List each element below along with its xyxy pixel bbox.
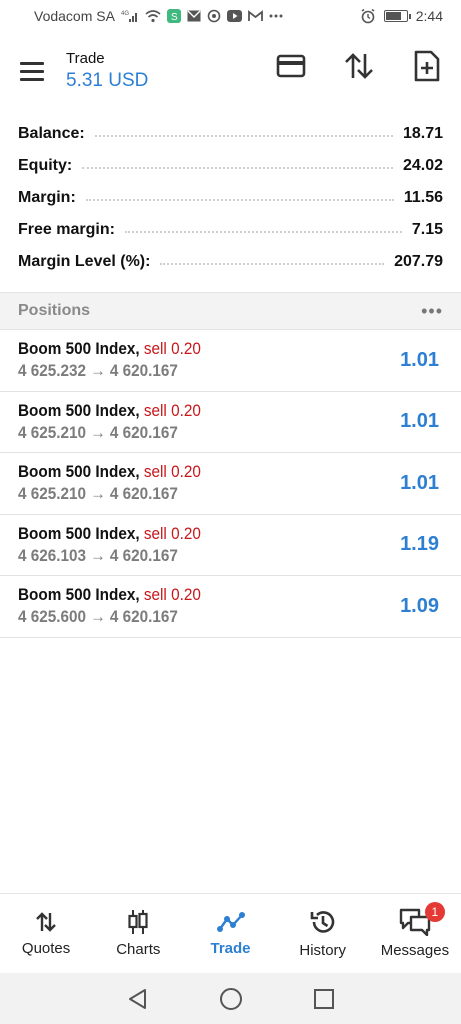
- positions-list: Boom 500 Index, sell 0.20 4 625.232 → 4 …: [0, 330, 461, 638]
- position-profit: 1.01: [400, 471, 439, 494]
- more-options-icon[interactable]: •••: [421, 301, 443, 322]
- position-symbol: Boom 500 Index,: [18, 400, 140, 420]
- position-symbol: Boom 500 Index,: [18, 339, 140, 359]
- dotted-leader: [82, 167, 393, 169]
- position-row[interactable]: Boom 500 Index, sell 0.20 4 625.600 → 4 …: [0, 576, 461, 638]
- nav-label: Charts: [116, 941, 161, 958]
- charts-icon: [128, 910, 148, 934]
- network-type: 4G: [121, 11, 129, 17]
- position-prices: 4 625.232 → 4 620.167: [18, 361, 178, 381]
- battery-icon: [383, 10, 411, 22]
- positions-title: Positions: [18, 302, 91, 319]
- position-row[interactable]: Boom 500 Index, sell 0.20 4 625.232 → 4 …: [0, 330, 461, 392]
- summary-row-balance: Balance: 18.71: [18, 118, 443, 150]
- position-side: sell 0.20: [143, 523, 201, 543]
- summary-row-equity: Equity: 24.02: [18, 150, 443, 182]
- svg-text:S: S: [171, 12, 178, 23]
- balance-display: 5.31 USD: [66, 70, 149, 91]
- account-summary: Balance: 18.71 Equity: 24.02 Margin: 11.…: [0, 110, 461, 278]
- more-notifications-icon: [269, 14, 283, 18]
- summary-value: 18.71: [402, 125, 443, 142]
- position-row[interactable]: Boom 500 Index, sell 0.20 4 625.210 → 4 …: [0, 453, 461, 515]
- position-profit: 1.19: [400, 533, 439, 556]
- clock: 2:44: [415, 8, 443, 24]
- position-profit: 1.01: [400, 410, 439, 433]
- app-notification-icon: S: [166, 9, 181, 23]
- nav-charts[interactable]: Charts: [92, 894, 184, 973]
- position-symbol: Boom 500 Index,: [18, 523, 140, 543]
- dotted-leader: [85, 199, 394, 201]
- summary-value: 11.56: [403, 189, 443, 206]
- alarm-icon: [360, 8, 376, 24]
- nav-label: Messages: [380, 942, 450, 959]
- summary-value: 7.15: [411, 221, 443, 238]
- position-symbol: Boom 500 Index,: [18, 462, 140, 482]
- dotted-leader: [124, 231, 402, 233]
- nav-label: Quotes: [21, 940, 71, 957]
- trade-icon: [216, 912, 245, 932]
- summary-row-margin: Margin: 11.56: [18, 182, 443, 214]
- summary-row-margin-level: Margin Level (%): 207.79: [18, 246, 443, 278]
- history-icon: [310, 911, 334, 933]
- sort-icon[interactable]: [341, 48, 377, 84]
- position-profit: 1.09: [400, 594, 439, 617]
- position-side: sell 0.20: [143, 585, 201, 605]
- carrier-name: Vodacom SA: [34, 8, 115, 24]
- dotted-leader: [160, 263, 385, 265]
- mail-icon: [187, 10, 201, 22]
- position-row[interactable]: Boom 500 Index, sell 0.20 4 625.210 → 4 …: [0, 392, 461, 453]
- position-side: sell 0.20: [143, 400, 201, 420]
- summary-label: Equity:: [18, 157, 73, 174]
- nav-label: History: [299, 942, 347, 959]
- position-prices: 4 625.600 → 4 620.167: [18, 607, 178, 627]
- nav-label: Trade: [210, 940, 251, 957]
- position-prices: 4 625.210 → 4 620.167: [18, 484, 178, 504]
- messages-badge: 1: [424, 902, 445, 922]
- summary-label: Free margin:: [18, 221, 115, 238]
- youtube-icon: [226, 10, 242, 22]
- position-prices: 4 625.210 → 4 620.167: [18, 422, 178, 442]
- summary-label: Balance:: [18, 125, 85, 142]
- app-header: Trade 5.31 USD: [0, 32, 461, 110]
- nav-history[interactable]: History: [277, 894, 369, 973]
- dotted-leader: [94, 135, 393, 137]
- system-navigation-bar: [0, 973, 461, 1024]
- signal-icon: 4G: [121, 9, 139, 23]
- nav-trade[interactable]: Trade: [184, 894, 276, 973]
- summary-row-free-margin: Free margin: 7.15: [18, 214, 443, 246]
- position-prices: 4 626.103 → 4 620.167: [18, 545, 178, 565]
- recents-icon[interactable]: [313, 988, 335, 1010]
- page-title: Trade: [66, 50, 105, 67]
- menu-icon[interactable]: [20, 55, 52, 87]
- wifi-icon: [145, 9, 161, 23]
- positions-section-header: Positions •••: [0, 292, 461, 330]
- summary-value: 24.02: [402, 157, 443, 174]
- position-side: sell 0.20: [143, 462, 201, 482]
- summary-label: Margin Level (%):: [18, 253, 151, 270]
- bottom-navigation: Quotes Charts Trade History 1 Messages: [0, 893, 461, 973]
- summary-label: Margin:: [18, 189, 76, 206]
- new-order-icon[interactable]: [409, 48, 445, 84]
- status-bar: Vodacom SA 4G S 2:44: [0, 0, 461, 32]
- quotes-icon: [36, 912, 56, 932]
- position-side: sell 0.20: [143, 339, 201, 359]
- gmail-icon: [248, 10, 263, 22]
- deposit-card-icon[interactable]: [273, 48, 309, 84]
- nav-quotes[interactable]: Quotes: [0, 894, 92, 973]
- position-symbol: Boom 500 Index,: [18, 585, 140, 605]
- position-profit: 1.01: [400, 348, 439, 371]
- home-icon[interactable]: [219, 987, 243, 1011]
- summary-value: 207.79: [394, 253, 443, 270]
- position-row[interactable]: Boom 500 Index, sell 0.20 4 626.103 → 4 …: [0, 515, 461, 576]
- app-icon: [207, 9, 221, 23]
- nav-messages[interactable]: 1 Messages: [369, 894, 461, 973]
- back-icon[interactable]: [127, 988, 149, 1010]
